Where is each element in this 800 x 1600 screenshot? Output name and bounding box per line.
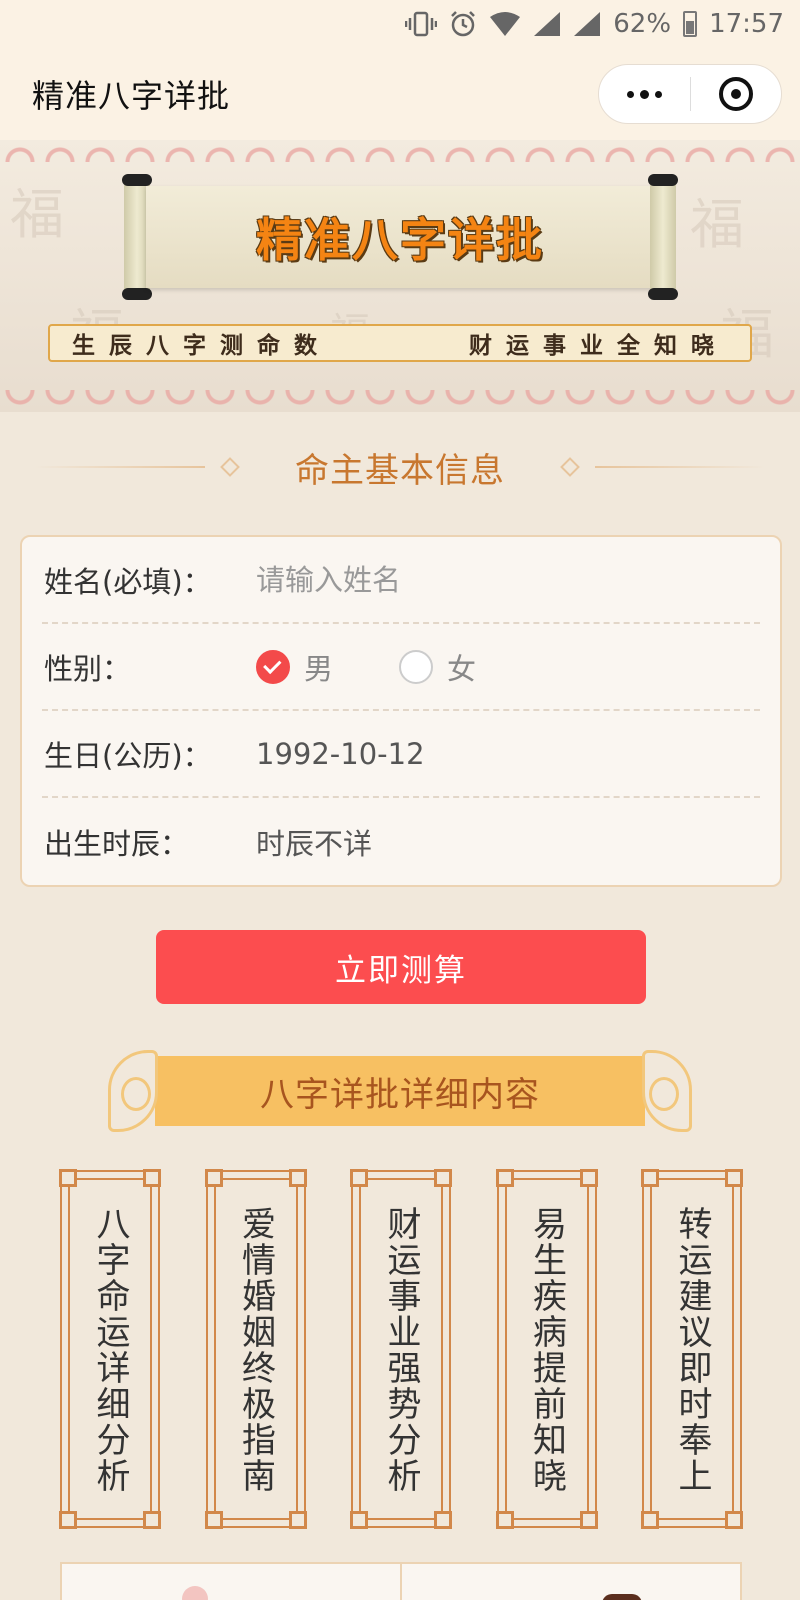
corner-ornament-icon: [434, 1511, 452, 1529]
birthday-label: 生日(公历)：: [44, 738, 212, 773]
cloud-ornament-icon: [642, 1050, 692, 1132]
scroll-rod: [648, 174, 678, 300]
background-fu-glyph: 福: [10, 183, 64, 246]
diamond-ornament-icon: [560, 457, 580, 477]
corner-ornament-icon: [59, 1511, 77, 1529]
more-dot-icon: [639, 89, 649, 99]
feature-list: 八字命运详细分析 爱情婚姻终极指南 财运事业强势分析 易生疾病提前知晓 转运建议…: [59, 1169, 743, 1530]
corner-ornament-icon: [495, 1511, 514, 1529]
title-scroll: 精准八字详批: [122, 174, 678, 300]
title-bar: 精准八字详批: [0, 48, 800, 140]
slogan-bar: 生辰八字测命数 财运事业全知晓: [48, 324, 752, 362]
target-icon: [718, 77, 753, 111]
slogan-left: 生辰八字测命数: [72, 333, 331, 359]
decorative-line: [595, 466, 765, 468]
illustration-icon: [602, 1594, 642, 1600]
corner-ornament-icon: [579, 1511, 598, 1529]
wifi-icon: [489, 11, 521, 37]
gender-label: 性别：: [44, 651, 132, 686]
background-fu-glyph: 福: [690, 193, 744, 256]
feature-text: 财运事业强势分析: [381, 1206, 421, 1494]
name-label: 姓名(必填)：: [44, 564, 212, 599]
corner-ornament-icon: [204, 1169, 223, 1187]
close-miniprogram-button[interactable]: [691, 77, 782, 111]
feature-text: 易生疾病提前知晓: [526, 1206, 567, 1494]
corner-ornament-icon: [579, 1169, 598, 1187]
hero-banner: 福 福 福 福 福 精准八字详批 生辰八字测命数 财运事业全知晓: [0, 140, 800, 412]
details-header-text: 八字详批详细内容: [260, 1074, 540, 1115]
more-button[interactable]: [599, 89, 690, 99]
miniprogram-capsule: [598, 64, 782, 124]
feature-card: 易生疾病提前知晓: [495, 1169, 598, 1529]
vibrate-icon: [405, 11, 438, 37]
birthday-picker[interactable]: 1992-10-12: [256, 737, 425, 771]
feature-text: 爱情婚姻终极指南: [235, 1206, 276, 1494]
corner-ornament-icon: [143, 1169, 161, 1187]
more-dot-icon: [654, 90, 662, 98]
feature-card: 财运事业强势分析: [350, 1169, 452, 1529]
basic-info-form: 姓名(必填)： 性别： 男 女 生日(公历)： 1992-10-12 出生时辰：…: [20, 535, 782, 887]
section-title-basic-info: 命主基本信息: [0, 438, 800, 496]
battery-icon: [683, 11, 698, 37]
name-row: 姓名(必填)：: [42, 537, 760, 624]
birth-hour-picker[interactable]: 时辰不详: [256, 821, 372, 863]
wave-pattern: [0, 390, 800, 412]
corner-ornament-icon: [641, 1511, 659, 1529]
slogan-right: 财运事业全知晓: [469, 333, 728, 359]
diamond-ornament-icon: [220, 457, 240, 477]
clock-time: 17:57: [709, 9, 784, 39]
corner-ornament-icon: [288, 1511, 307, 1529]
birth-hour-label: 出生时辰：: [44, 826, 190, 861]
signal-icon: [533, 11, 561, 37]
details-header: 八字详批详细内容: [108, 1046, 692, 1136]
gender-option-female[interactable]: 女: [399, 646, 476, 688]
feature-card: 爱情婚姻终极指南: [204, 1169, 307, 1529]
corner-ornament-icon: [350, 1511, 368, 1529]
details-header-ribbon: 八字详批详细内容: [155, 1056, 645, 1126]
corner-ornament-icon: [434, 1169, 452, 1187]
corner-ornament-icon: [725, 1169, 743, 1187]
banner-headline: 精准八字详批: [256, 213, 544, 267]
corner-ornament-icon: [288, 1169, 307, 1187]
wave-pattern: [0, 140, 800, 162]
corner-ornament-icon: [725, 1511, 743, 1529]
section-title-text: 命主基本信息: [295, 450, 505, 491]
corner-ornament-icon: [204, 1511, 223, 1529]
name-input[interactable]: [256, 562, 736, 597]
decorative-line: [35, 466, 205, 468]
radio-checked-icon: [256, 649, 290, 684]
cloud-ornament-icon: [108, 1050, 158, 1132]
illustration-icon: [182, 1586, 208, 1600]
calculate-now-button[interactable]: 立即测算: [156, 930, 646, 1004]
gender-option-label: 女: [447, 651, 477, 686]
feature-text: 转运建议即时奉上: [672, 1206, 712, 1494]
corner-ornament-icon: [495, 1169, 514, 1187]
corner-ornament-icon: [641, 1169, 659, 1187]
gender-option-label: 男: [304, 651, 334, 686]
battery-percent: 62%: [613, 9, 672, 39]
corner-ornament-icon: [143, 1511, 161, 1529]
birth-hour-row[interactable]: 出生时辰： 时辰不详: [42, 798, 760, 885]
radio-unchecked-icon: [399, 649, 434, 684]
birthday-row[interactable]: 生日(公历)： 1992-10-12: [42, 711, 760, 798]
scroll-paper: 精准八字详批: [146, 186, 654, 288]
bottom-cards: [60, 1562, 742, 1600]
feature-card: 八字命运详细分析: [59, 1169, 161, 1529]
corner-ornament-icon: [350, 1169, 368, 1187]
status-bar: 62% 17:57: [0, 0, 800, 48]
gender-row: 性别： 男 女: [42, 624, 760, 711]
signal-icon-2: [573, 11, 601, 37]
feature-text: 八字命运详细分析: [90, 1206, 130, 1494]
corner-ornament-icon: [59, 1169, 77, 1187]
more-dot-icon: [626, 90, 634, 98]
gender-option-male[interactable]: 男: [256, 646, 333, 688]
page-title: 精准八字详批: [32, 77, 231, 115]
bottom-card-right[interactable]: [402, 1564, 740, 1600]
bottom-card-left[interactable]: [62, 1564, 402, 1600]
alarm-icon: [449, 10, 477, 38]
feature-card: 转运建议即时奉上: [641, 1169, 743, 1529]
